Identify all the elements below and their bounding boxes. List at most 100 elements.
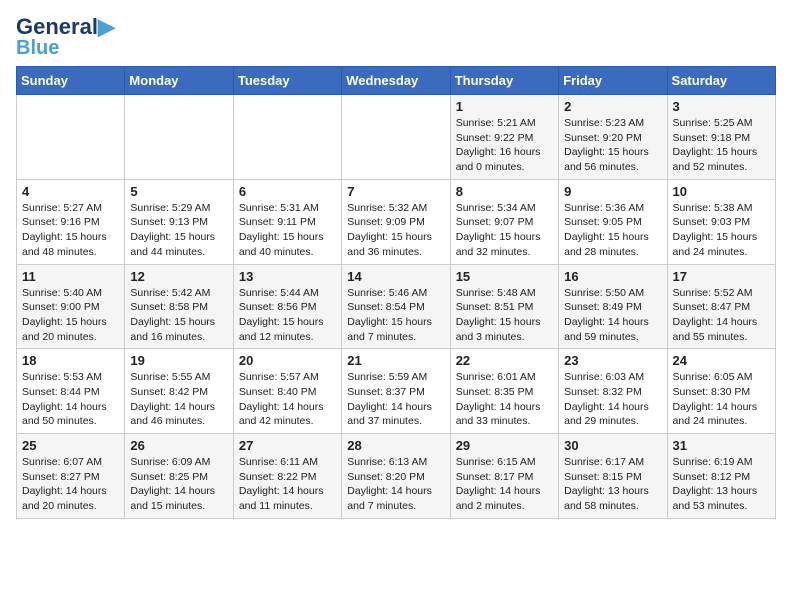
cell-content: Sunrise: 5:32 AM Sunset: 9:09 PM Dayligh… bbox=[347, 201, 444, 260]
day-number: 6 bbox=[239, 184, 336, 199]
cell-content: Sunrise: 6:05 AM Sunset: 8:30 PM Dayligh… bbox=[673, 370, 770, 429]
calendar-cell: 6 Sunrise: 5:31 AM Sunset: 9:11 PM Daylig… bbox=[233, 179, 341, 264]
cell-content: Sunrise: 6:09 AM Sunset: 8:25 PM Dayligh… bbox=[130, 455, 227, 514]
cell-content: Sunrise: 5:57 AM Sunset: 8:40 PM Dayligh… bbox=[239, 370, 336, 429]
cell-content: Sunrise: 5:34 AM Sunset: 9:07 PM Dayligh… bbox=[456, 201, 553, 260]
cell-content: Sunrise: 5:25 AM Sunset: 9:18 PM Dayligh… bbox=[673, 116, 770, 175]
cell-content: Sunrise: 6:15 AM Sunset: 8:17 PM Dayligh… bbox=[456, 455, 553, 514]
calendar-cell bbox=[125, 95, 233, 180]
calendar-cell: 5 Sunrise: 5:29 AM Sunset: 9:13 PM Daylig… bbox=[125, 179, 233, 264]
day-header-thursday: Thursday bbox=[450, 67, 558, 95]
cell-content: Sunrise: 5:23 AM Sunset: 9:20 PM Dayligh… bbox=[564, 116, 661, 175]
cell-content: Sunrise: 5:44 AM Sunset: 8:56 PM Dayligh… bbox=[239, 286, 336, 345]
week-row-5: 25 Sunrise: 6:07 AM Sunset: 8:27 PM Dayli… bbox=[17, 434, 776, 519]
calendar-cell: 4 Sunrise: 5:27 AM Sunset: 9:16 PM Daylig… bbox=[17, 179, 125, 264]
calendar-cell: 14Sunrise: 5:46 AM Sunset: 8:54 PM Dayli… bbox=[342, 264, 450, 349]
day-number: 31 bbox=[673, 438, 770, 453]
logo-text: General▶ bbox=[16, 16, 115, 38]
calendar-cell: 15Sunrise: 5:48 AM Sunset: 8:51 PM Dayli… bbox=[450, 264, 558, 349]
day-header-sunday: Sunday bbox=[17, 67, 125, 95]
logo: General▶ Blue bbox=[16, 16, 115, 58]
day-header-saturday: Saturday bbox=[667, 67, 775, 95]
calendar-cell: 8 Sunrise: 5:34 AM Sunset: 9:07 PM Daylig… bbox=[450, 179, 558, 264]
cell-content: Sunrise: 5:50 AM Sunset: 8:49 PM Dayligh… bbox=[564, 286, 661, 345]
cell-content: Sunrise: 5:42 AM Sunset: 8:58 PM Dayligh… bbox=[130, 286, 227, 345]
calendar-cell: 7 Sunrise: 5:32 AM Sunset: 9:09 PM Daylig… bbox=[342, 179, 450, 264]
calendar-cell: 29 Sunrise: 6:15 AM Sunset: 8:17 PM Dayli… bbox=[450, 434, 558, 519]
day-number: 18 bbox=[22, 353, 119, 368]
calendar-cell: 26 Sunrise: 6:09 AM Sunset: 8:25 PM Dayli… bbox=[125, 434, 233, 519]
cell-content: Sunrise: 6:07 AM Sunset: 8:27 PM Dayligh… bbox=[22, 455, 119, 514]
calendar-cell bbox=[233, 95, 341, 180]
calendar-cell bbox=[342, 95, 450, 180]
cell-content: Sunrise: 6:03 AM Sunset: 8:32 PM Dayligh… bbox=[564, 370, 661, 429]
calendar-cell: 20 Sunrise: 5:57 AM Sunset: 8:40 PM Dayli… bbox=[233, 349, 341, 434]
day-number: 21 bbox=[347, 353, 444, 368]
week-row-1: 1 Sunrise: 5:21 AM Sunset: 9:22 PM Daylig… bbox=[17, 95, 776, 180]
calendar-cell: 22Sunrise: 6:01 AM Sunset: 8:35 PM Dayli… bbox=[450, 349, 558, 434]
day-number: 19 bbox=[130, 353, 227, 368]
day-number: 4 bbox=[22, 184, 119, 199]
day-number: 13 bbox=[239, 269, 336, 284]
cell-content: Sunrise: 6:19 AM Sunset: 8:12 PM Dayligh… bbox=[673, 455, 770, 514]
day-number: 17 bbox=[673, 269, 770, 284]
cell-content: Sunrise: 5:40 AM Sunset: 9:00 PM Dayligh… bbox=[22, 286, 119, 345]
day-number: 20 bbox=[239, 353, 336, 368]
day-number: 29 bbox=[456, 438, 553, 453]
day-number: 8 bbox=[456, 184, 553, 199]
day-number: 28 bbox=[347, 438, 444, 453]
calendar-cell: 30Sunrise: 6:17 AM Sunset: 8:15 PM Dayli… bbox=[559, 434, 667, 519]
calendar-cell: 12 Sunrise: 5:42 AM Sunset: 8:58 PM Dayli… bbox=[125, 264, 233, 349]
week-row-2: 4 Sunrise: 5:27 AM Sunset: 9:16 PM Daylig… bbox=[17, 179, 776, 264]
day-number: 15 bbox=[456, 269, 553, 284]
day-number: 23 bbox=[564, 353, 661, 368]
calendar-cell: 1 Sunrise: 5:21 AM Sunset: 9:22 PM Daylig… bbox=[450, 95, 558, 180]
cell-content: Sunrise: 5:52 AM Sunset: 8:47 PM Dayligh… bbox=[673, 286, 770, 345]
calendar-cell: 21 Sunrise: 5:59 AM Sunset: 8:37 PM Dayli… bbox=[342, 349, 450, 434]
week-row-3: 11 Sunrise: 5:40 AM Sunset: 9:00 PM Dayli… bbox=[17, 264, 776, 349]
header-row: SundayMondayTuesdayWednesdayThursdayFrid… bbox=[17, 67, 776, 95]
calendar-cell: 10 Sunrise: 5:38 AM Sunset: 9:03 PM Dayli… bbox=[667, 179, 775, 264]
cell-content: Sunrise: 5:29 AM Sunset: 9:13 PM Dayligh… bbox=[130, 201, 227, 260]
calendar-cell: 2 Sunrise: 5:23 AM Sunset: 9:20 PM Daylig… bbox=[559, 95, 667, 180]
calendar-cell: 24Sunrise: 6:05 AM Sunset: 8:30 PM Dayli… bbox=[667, 349, 775, 434]
day-number: 2 bbox=[564, 99, 661, 114]
cell-content: Sunrise: 5:53 AM Sunset: 8:44 PM Dayligh… bbox=[22, 370, 119, 429]
calendar-cell: 3 Sunrise: 5:25 AM Sunset: 9:18 PM Daylig… bbox=[667, 95, 775, 180]
day-number: 30 bbox=[564, 438, 661, 453]
calendar-cell: 17 Sunrise: 5:52 AM Sunset: 8:47 PM Dayli… bbox=[667, 264, 775, 349]
calendar-table: SundayMondayTuesdayWednesdayThursdayFrid… bbox=[16, 66, 776, 519]
cell-content: Sunrise: 5:36 AM Sunset: 9:05 PM Dayligh… bbox=[564, 201, 661, 260]
day-header-friday: Friday bbox=[559, 67, 667, 95]
cell-content: Sunrise: 5:46 AM Sunset: 8:54 PM Dayligh… bbox=[347, 286, 444, 345]
cell-content: Sunrise: 5:59 AM Sunset: 8:37 PM Dayligh… bbox=[347, 370, 444, 429]
day-number: 25 bbox=[22, 438, 119, 453]
calendar-cell: 31 Sunrise: 6:19 AM Sunset: 8:12 PM Dayli… bbox=[667, 434, 775, 519]
day-number: 3 bbox=[673, 99, 770, 114]
cell-content: Sunrise: 5:55 AM Sunset: 8:42 PM Dayligh… bbox=[130, 370, 227, 429]
cell-content: Sunrise: 5:38 AM Sunset: 9:03 PM Dayligh… bbox=[673, 201, 770, 260]
cell-content: Sunrise: 5:21 AM Sunset: 9:22 PM Dayligh… bbox=[456, 116, 553, 175]
day-number: 10 bbox=[673, 184, 770, 199]
logo-blue: Blue bbox=[16, 38, 59, 58]
day-number: 7 bbox=[347, 184, 444, 199]
calendar-cell: 9Sunrise: 5:36 AM Sunset: 9:05 PM Daylig… bbox=[559, 179, 667, 264]
day-header-monday: Monday bbox=[125, 67, 233, 95]
day-number: 26 bbox=[130, 438, 227, 453]
calendar-cell: 19 Sunrise: 5:55 AM Sunset: 8:42 PM Dayli… bbox=[125, 349, 233, 434]
calendar-cell: 23 Sunrise: 6:03 AM Sunset: 8:32 PM Dayli… bbox=[559, 349, 667, 434]
day-number: 1 bbox=[456, 99, 553, 114]
day-number: 11 bbox=[22, 269, 119, 284]
day-number: 12 bbox=[130, 269, 227, 284]
day-number: 5 bbox=[130, 184, 227, 199]
calendar-cell bbox=[17, 95, 125, 180]
calendar-cell: 13 Sunrise: 5:44 AM Sunset: 8:56 PM Dayli… bbox=[233, 264, 341, 349]
cell-content: Sunrise: 6:01 AM Sunset: 8:35 PM Dayligh… bbox=[456, 370, 553, 429]
calendar-cell: 16Sunrise: 5:50 AM Sunset: 8:49 PM Dayli… bbox=[559, 264, 667, 349]
calendar-cell: 27Sunrise: 6:11 AM Sunset: 8:22 PM Dayli… bbox=[233, 434, 341, 519]
calendar-cell: 28Sunrise: 6:13 AM Sunset: 8:20 PM Dayli… bbox=[342, 434, 450, 519]
cell-content: Sunrise: 5:31 AM Sunset: 9:11 PM Dayligh… bbox=[239, 201, 336, 260]
day-header-wednesday: Wednesday bbox=[342, 67, 450, 95]
cell-content: Sunrise: 5:27 AM Sunset: 9:16 PM Dayligh… bbox=[22, 201, 119, 260]
calendar-cell: 18 Sunrise: 5:53 AM Sunset: 8:44 PM Dayli… bbox=[17, 349, 125, 434]
